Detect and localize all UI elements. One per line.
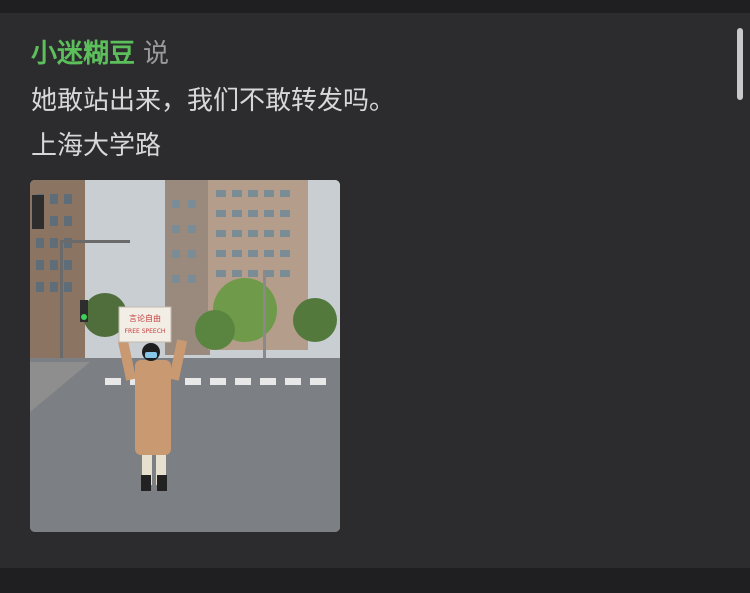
message-card: 小迷糊豆说 她敢站出来，我们不敢转发吗。 上海大学路 言论自由 FREE SPE… bbox=[0, 13, 750, 568]
bottom-bar bbox=[0, 568, 750, 593]
top-bar bbox=[0, 0, 750, 13]
sign-text-1: 言论自由 bbox=[129, 313, 161, 323]
author-name[interactable]: 小迷糊豆 bbox=[31, 39, 135, 69]
author-line: 小迷糊豆说 bbox=[31, 37, 169, 71]
message-text: 她敢站出来，我们不敢转发吗。 bbox=[31, 86, 396, 116]
sign-text-2: FREE SPEECH bbox=[125, 328, 166, 335]
scrollbar-thumb[interactable] bbox=[737, 28, 743, 100]
location-text: 上海大学路 bbox=[31, 131, 162, 161]
post-photo[interactable]: 言论自由 FREE SPEECH bbox=[30, 180, 340, 532]
said-label: 说 bbox=[143, 39, 170, 69]
